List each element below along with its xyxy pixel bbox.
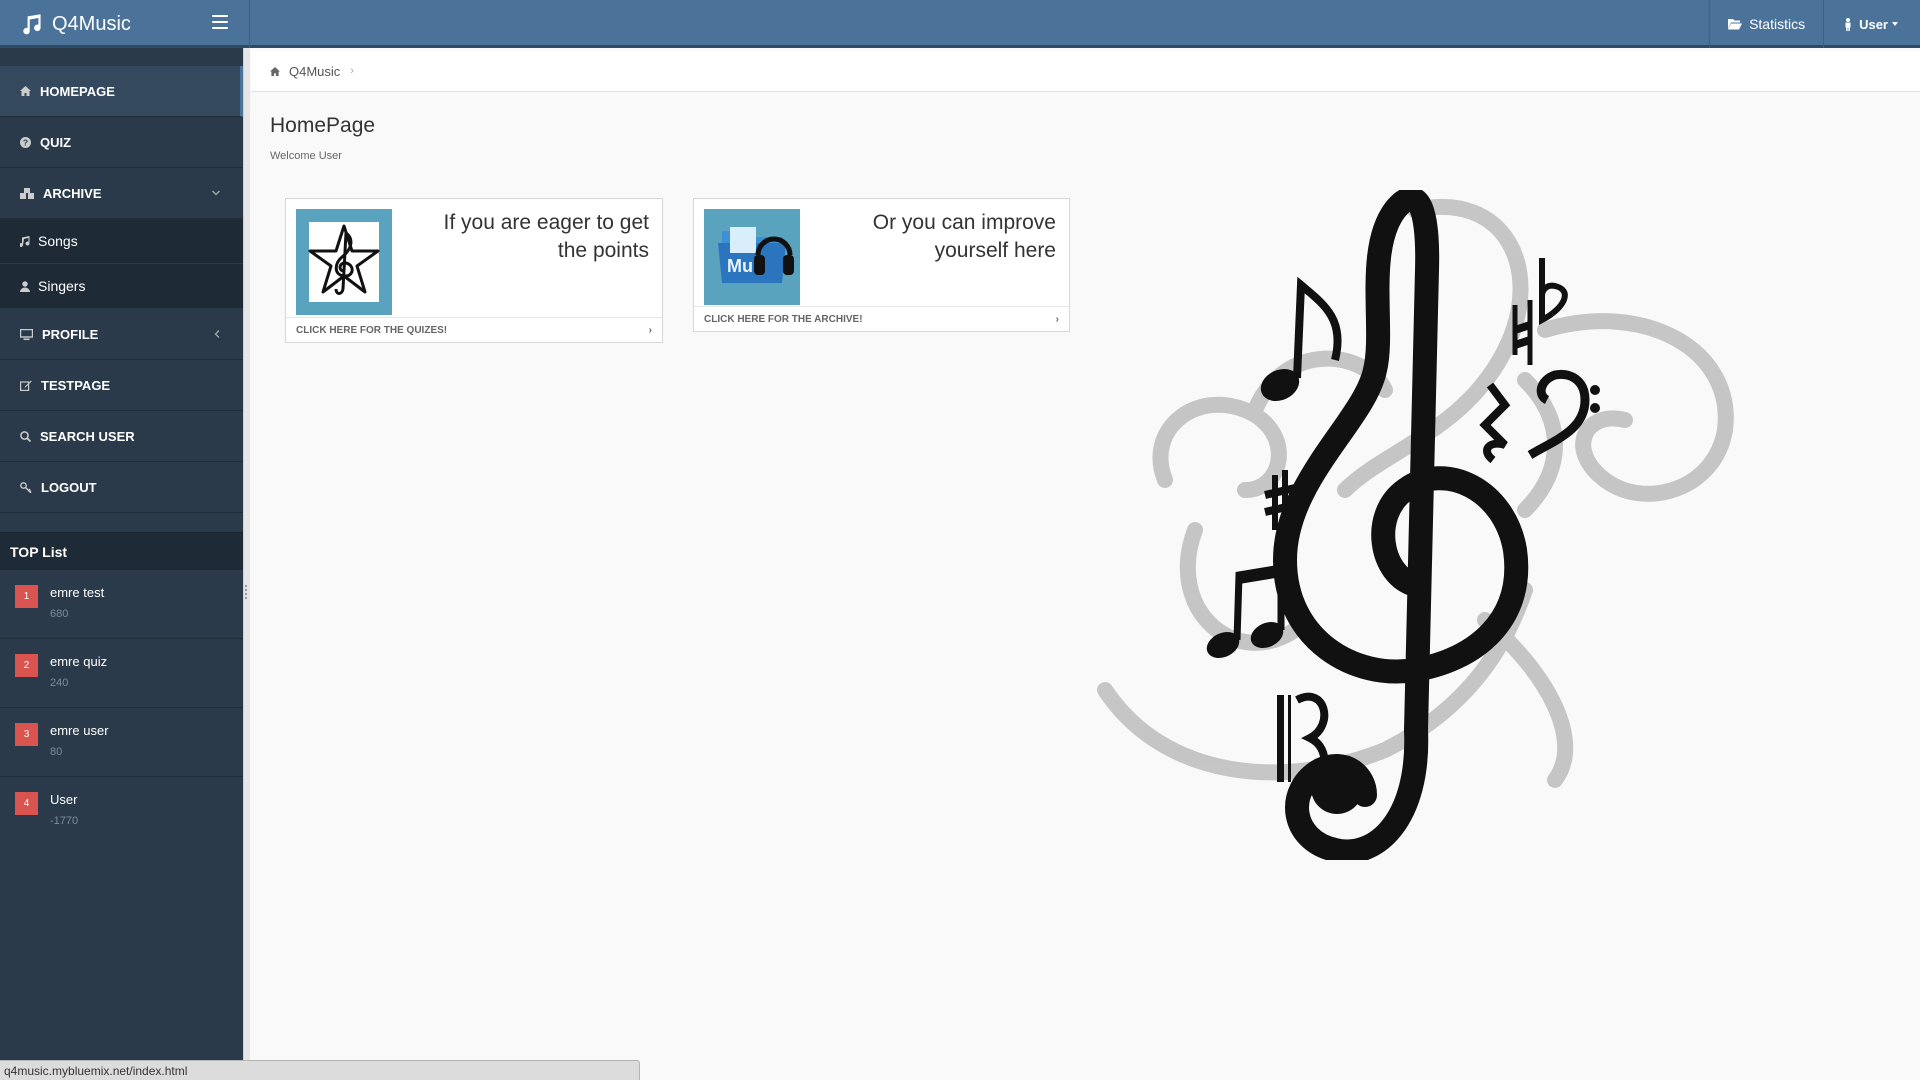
sub-item-label: Songs bbox=[38, 233, 78, 249]
question-icon: ? bbox=[20, 136, 31, 148]
statistics-label: Statistics bbox=[1749, 16, 1806, 32]
sidebar-toggle-icon[interactable] bbox=[212, 15, 228, 29]
music-icon bbox=[20, 235, 30, 247]
page-subtitle: Welcome User bbox=[270, 150, 342, 162]
status-bar-url: q4music.mybluemix.net/index.html bbox=[0, 1060, 640, 1080]
key-icon bbox=[20, 481, 32, 493]
sidebar-item-testpage[interactable]: TESTPAGE bbox=[0, 360, 243, 411]
sidebar-item-search-user[interactable]: SEARCH USER bbox=[0, 411, 243, 462]
edit-icon bbox=[20, 380, 32, 391]
quiz-card-link[interactable]: CLICK HERE FOR THE QUIZES! › bbox=[286, 317, 662, 342]
monitor-icon bbox=[20, 328, 33, 340]
chevron-right-icon: › bbox=[648, 324, 652, 336]
rank-badge: 1 bbox=[15, 585, 38, 608]
rank-badge: 2 bbox=[15, 654, 38, 677]
home-icon bbox=[270, 66, 280, 76]
sidebar-item-label: LOGOUT bbox=[41, 479, 97, 495]
music-folder-icon: Mu bbox=[718, 227, 794, 283]
top-user-score: 240 bbox=[50, 677, 69, 689]
archive-card-text: Or you can improve yourself here bbox=[873, 209, 1056, 265]
svg-text:?: ? bbox=[23, 137, 28, 147]
archive-card-text-line2: yourself here bbox=[934, 239, 1056, 262]
quiz-card: If you are eager to get the points CLICK… bbox=[285, 198, 663, 343]
sidebar-item-songs[interactable]: Songs bbox=[0, 219, 243, 264]
chevron-left-icon bbox=[214, 330, 220, 338]
top-user-name: emre test bbox=[50, 585, 105, 600]
sidebar-item-label: HOMEPAGE bbox=[40, 83, 115, 99]
rank-badge: 3 bbox=[15, 723, 38, 746]
top-user-score: 680 bbox=[50, 608, 69, 620]
star-treble-clef-icon bbox=[308, 222, 380, 302]
list-item[interactable]: 4 User -1770 bbox=[0, 777, 243, 846]
user-figure-icon bbox=[1845, 17, 1851, 31]
rank-badge: 4 bbox=[15, 792, 38, 815]
sidebar-item-label: PROFILE bbox=[42, 326, 99, 342]
sidebar-item-homepage[interactable]: HOMEPAGE bbox=[0, 66, 243, 117]
user-menu-label: User bbox=[1859, 16, 1888, 32]
quiz-card-image bbox=[296, 209, 392, 315]
nav-right: Statistics User bbox=[1709, 0, 1920, 48]
music-notes-illustration bbox=[1097, 190, 1734, 860]
drag-handle-icon[interactable] bbox=[245, 585, 247, 599]
sidebar-item-archive[interactable]: ARCHIVE bbox=[0, 168, 243, 219]
top-user-name: emre user bbox=[50, 723, 109, 738]
page-title: HomePage bbox=[270, 114, 376, 137]
top-list-header: TOP List bbox=[0, 532, 243, 570]
top-user-name: User bbox=[50, 792, 78, 807]
sidebar-item-label: TESTPAGE bbox=[41, 377, 111, 393]
quiz-card-text-line2: the points bbox=[557, 239, 649, 262]
archive-card: Mu Or you can improve yourself here CLIC… bbox=[693, 198, 1070, 332]
list-item[interactable]: 1 emre test 680 bbox=[0, 570, 243, 639]
sidebar-item-label: QUIZ bbox=[40, 134, 72, 150]
user-icon bbox=[20, 280, 30, 292]
brand-title: Q4Music bbox=[52, 12, 131, 35]
sidebar-item-label: ARCHIVE bbox=[43, 185, 102, 201]
top-navbar: Q4Music Statistics User bbox=[0, 0, 1920, 48]
breadcrumb-home-link[interactable]: Q4Music bbox=[289, 64, 340, 79]
sidebar-item-logout[interactable]: LOGOUT bbox=[0, 462, 243, 513]
sidebar: HOMEPAGE ? QUIZ ARCHIVE Songs Singers PR… bbox=[0, 48, 243, 1080]
chevron-right-icon: › bbox=[1055, 313, 1059, 325]
sub-item-label: Singers bbox=[38, 278, 86, 294]
quiz-card-link-label: CLICK HERE FOR THE QUIZES! bbox=[296, 324, 448, 336]
sidebar-item-quiz[interactable]: ? QUIZ bbox=[0, 117, 243, 168]
sidebar-item-profile[interactable]: PROFILE bbox=[0, 309, 243, 360]
list-item[interactable]: 3 emre user 80 bbox=[0, 708, 243, 777]
sidebar-resize-bar[interactable] bbox=[243, 48, 250, 1060]
home-icon bbox=[20, 86, 31, 96]
folder-open-icon bbox=[1728, 19, 1743, 30]
archive-submenu: Songs Singers bbox=[0, 219, 243, 309]
archive-card-link[interactable]: CLICK HERE FOR THE ARCHIVE! › bbox=[694, 306, 1069, 331]
caret-down-icon bbox=[1892, 22, 1898, 26]
sidebar-item-label: SEARCH USER bbox=[40, 428, 135, 444]
music-note-icon bbox=[23, 14, 41, 35]
top-user-name: emre quiz bbox=[50, 654, 108, 669]
statistics-button[interactable]: Statistics bbox=[1709, 0, 1823, 48]
top-user-score: -1770 bbox=[50, 815, 79, 827]
chevron-down-icon bbox=[212, 190, 220, 196]
breadcrumb: Q4Music › bbox=[251, 51, 1920, 92]
user-menu-button[interactable]: User bbox=[1823, 0, 1920, 48]
archive-icon bbox=[20, 187, 34, 199]
search-icon bbox=[20, 430, 31, 442]
quiz-card-text-line1: If you are eager to get bbox=[443, 211, 649, 234]
svg-text:Mu: Mu bbox=[727, 256, 753, 276]
archive-card-image: Mu bbox=[704, 209, 800, 305]
top-user-score: 80 bbox=[50, 746, 63, 758]
archive-card-link-label: CLICK HERE FOR THE ARCHIVE! bbox=[704, 313, 863, 325]
quiz-card-text: If you are eager to get the points bbox=[444, 209, 649, 265]
list-item[interactable]: 2 emre quiz 240 bbox=[0, 639, 243, 708]
sidebar-item-singers[interactable]: Singers bbox=[0, 264, 243, 309]
archive-card-text-line1: Or you can improve bbox=[872, 211, 1056, 234]
chevron-right-icon: › bbox=[350, 65, 354, 77]
